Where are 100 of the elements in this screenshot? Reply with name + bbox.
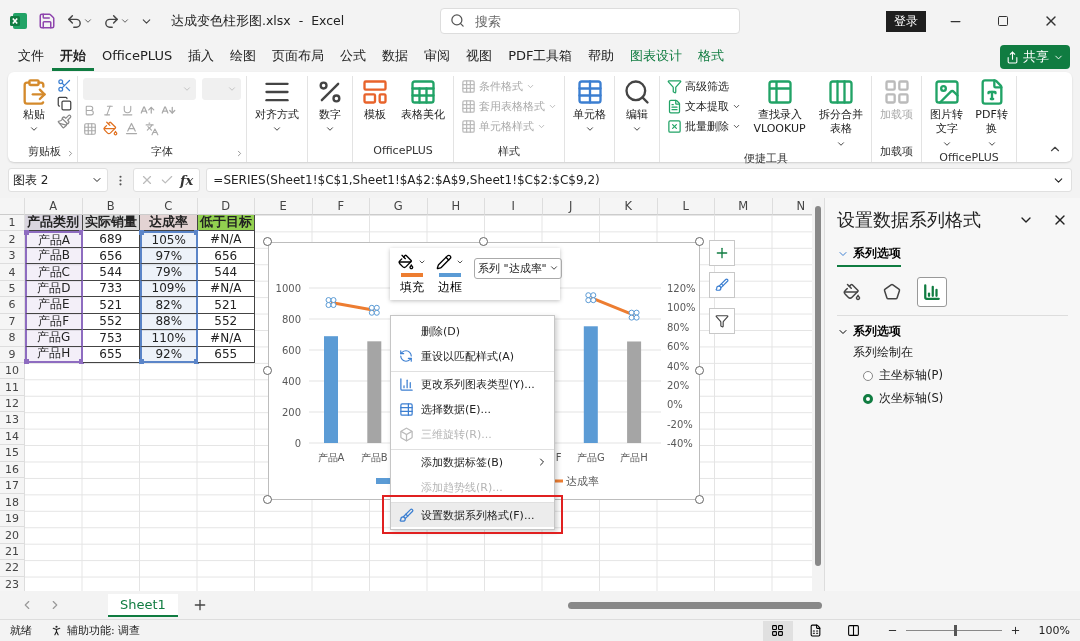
ribbon-tab[interactable]: 审阅 xyxy=(416,43,459,71)
range-handle[interactable] xyxy=(24,230,29,236)
menu-item[interactable]: 重设以匹配样式(A) xyxy=(391,343,554,368)
range-handle[interactable] xyxy=(193,358,199,364)
column-header[interactable]: I xyxy=(485,198,543,215)
range-handle[interactable] xyxy=(24,358,29,364)
ribbon-button[interactable]: 粘贴 xyxy=(17,76,51,137)
ribbon-button[interactable]: 批量删除 xyxy=(665,118,743,135)
column-header[interactable]: D xyxy=(197,198,255,215)
range-handle[interactable] xyxy=(78,230,84,236)
phonetic-icon[interactable] xyxy=(145,121,159,136)
row-header[interactable]: 13 xyxy=(0,412,25,429)
insert-function-button[interactable]: fx xyxy=(180,172,194,188)
menu-item[interactable]: 设置数据系列格式(F)... xyxy=(391,502,554,527)
name-box[interactable]: 图表 2 xyxy=(8,168,108,192)
resize-handle[interactable] xyxy=(695,237,704,246)
formula-field[interactable]: =SERIES(Sheet1!$C$1,Sheet1!$A$2:$A$9,Sheet1!$C$2:$C$9,2) xyxy=(206,168,1072,192)
row-header[interactable]: 15 xyxy=(0,445,25,462)
font-size-field[interactable] xyxy=(202,78,241,100)
ribbon-button[interactable]: 单元格 xyxy=(570,76,609,137)
row-header[interactable]: 20 xyxy=(0,527,25,544)
column-header[interactable]: G xyxy=(370,198,428,215)
series-dropdown[interactable]: 系列 "达成率" xyxy=(474,257,562,279)
radio-button[interactable] xyxy=(863,370,873,381)
resize-handle[interactable] xyxy=(263,366,272,375)
chart-styles-button[interactable] xyxy=(709,272,735,298)
bold-icon[interactable] xyxy=(83,104,96,117)
ribbon-button[interactable]: 查找录入 VLOOKUP xyxy=(749,76,810,139)
column-header[interactable]: H xyxy=(427,198,485,215)
ribbon-button[interactable]: 高级筛选 xyxy=(665,78,743,95)
ribbon-tab[interactable]: 文件 xyxy=(10,43,52,71)
row-header[interactable]: 11 xyxy=(0,379,25,396)
resize-handle[interactable] xyxy=(695,495,704,504)
section-header[interactable]: 系列选项 xyxy=(837,324,901,339)
copy-icon[interactable] xyxy=(57,96,72,111)
menu-item[interactable]: 选择数据(E)... xyxy=(391,396,554,421)
fill-button[interactable]: 填充 xyxy=(398,253,426,295)
search-field[interactable]: 搜索 xyxy=(440,8,741,34)
row-header[interactable]: 2 xyxy=(0,231,25,248)
caret-icon[interactable] xyxy=(120,16,130,26)
ribbon-button[interactable]: 模板 xyxy=(358,76,392,125)
ribbon-tab[interactable]: 页面布局 xyxy=(264,43,333,71)
radio-button[interactable] xyxy=(863,393,873,404)
caret-icon[interactable] xyxy=(83,16,93,26)
launcher-icon[interactable] xyxy=(235,149,244,158)
sign-in-button[interactable]: 登录 xyxy=(886,10,926,32)
ribbon-button[interactable]: 图片转文字 xyxy=(927,76,966,151)
zoom-slider-thumb[interactable] xyxy=(953,625,957,636)
ribbon-tab[interactable]: 数据 xyxy=(374,43,417,71)
redo-icon[interactable] xyxy=(103,12,120,30)
row-header[interactable]: 6 xyxy=(0,297,25,314)
range-handle[interactable] xyxy=(78,358,84,364)
ribbon-tab[interactable]: 公式 xyxy=(332,43,375,71)
menu-item[interactable]: 添加数据标签(B) xyxy=(391,449,554,474)
sheet-tab[interactable]: Sheet1 xyxy=(108,593,178,617)
ribbon-button[interactable]: 拆分合并表格 xyxy=(816,76,866,151)
ribbon-tab[interactable]: 图表设计 xyxy=(622,43,691,71)
range-handle[interactable] xyxy=(139,358,144,364)
normal-view-button[interactable] xyxy=(762,620,793,641)
undo-icon[interactable] xyxy=(66,12,83,30)
row-header[interactable]: 17 xyxy=(0,478,25,495)
cancel-icon[interactable] xyxy=(140,173,154,187)
save-icon[interactable] xyxy=(38,12,56,30)
column-header[interactable]: C xyxy=(140,198,198,215)
bar[interactable] xyxy=(627,341,642,443)
range-handle[interactable] xyxy=(139,230,144,236)
ribbon-button[interactable]: 表格美化 xyxy=(398,76,448,125)
column-header[interactable]: K xyxy=(600,198,658,215)
menu-item[interactable]: 更改系列图表类型(Y)... xyxy=(391,371,554,396)
ribbon-button[interactable]: 对齐方式 xyxy=(252,76,302,137)
pane-tab[interactable]: 系列选项 xyxy=(837,244,901,267)
italic-icon[interactable] xyxy=(102,104,115,117)
font-color-icon[interactable] xyxy=(124,121,139,136)
scrollbar[interactable] xyxy=(815,206,821,566)
zoom-in-icon[interactable] xyxy=(1009,625,1021,636)
border-icon[interactable] xyxy=(83,121,97,136)
column-header[interactable]: J xyxy=(542,198,600,215)
resize-handle[interactable] xyxy=(263,495,272,504)
fill-color-icon[interactable] xyxy=(103,121,118,136)
ribbon-tab[interactable]: OfficePLUS xyxy=(94,43,181,71)
ribbon-tab[interactable]: 插入 xyxy=(180,43,223,71)
launcher-icon[interactable] xyxy=(66,149,75,158)
row-header[interactable]: 4 xyxy=(0,264,25,281)
ribbon-button[interactable]: 数字 xyxy=(313,76,347,137)
menu-item[interactable]: 删除(D) xyxy=(391,318,554,343)
resize-handle[interactable] xyxy=(263,237,272,246)
ribbon-tab[interactable]: 视图 xyxy=(458,43,501,71)
share-button[interactable]: 共享 xyxy=(1000,45,1070,69)
ribbon-tab[interactable]: PDF工具箱 xyxy=(500,43,581,71)
maximize-icon[interactable] xyxy=(997,15,1009,27)
enter-icon[interactable] xyxy=(160,173,174,187)
scrollbar[interactable] xyxy=(568,601,822,609)
ribbon-button[interactable]: 编辑 xyxy=(620,76,654,137)
scissors-icon[interactable] xyxy=(57,78,72,93)
row-header[interactable]: 18 xyxy=(0,494,25,511)
chart-filter-button[interactable] xyxy=(709,308,735,334)
resize-handle[interactable] xyxy=(695,366,704,375)
ribbon-tab[interactable]: 格式 xyxy=(690,43,733,71)
ribbon-button[interactable]: PDF转换 xyxy=(972,76,1011,151)
column-header[interactable]: A xyxy=(25,198,83,215)
